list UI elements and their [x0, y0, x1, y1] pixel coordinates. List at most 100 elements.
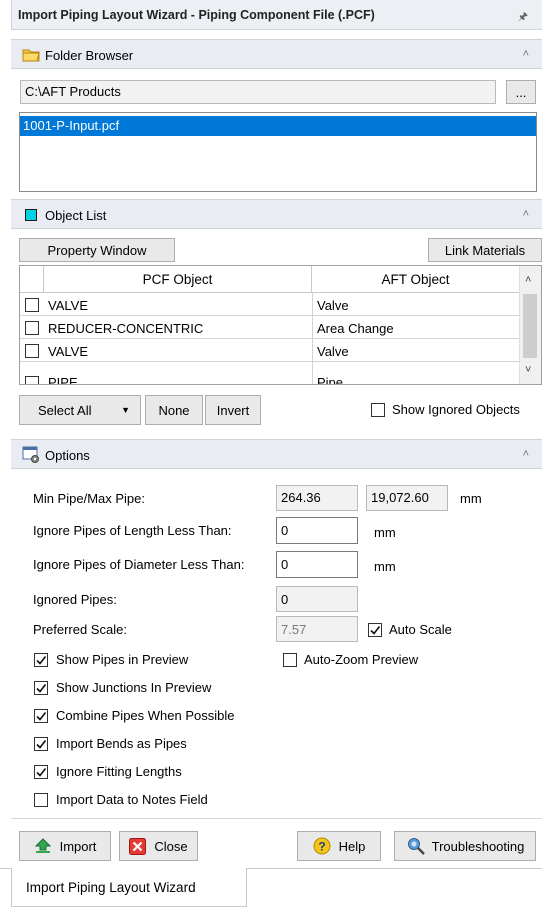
- option-checkbox-row[interactable]: Show Pipes in Preview: [34, 652, 188, 667]
- option-checkbox-row[interactable]: Ignore Fitting Lengths: [34, 764, 182, 779]
- ignore-length-input[interactable]: 0: [276, 517, 358, 544]
- import-bends-checkbox[interactable]: [34, 736, 48, 751]
- row-checkbox[interactable]: [25, 321, 39, 335]
- show-ignored-checkbox[interactable]: [371, 402, 385, 417]
- invert-button[interactable]: Invert: [205, 395, 261, 425]
- option-checkbox-row[interactable]: Import Data to Notes Field: [34, 792, 208, 807]
- import-notes-checkbox[interactable]: [34, 792, 48, 807]
- folder-browser-header[interactable]: Folder Browser ˄: [11, 39, 542, 69]
- row-checkbox[interactable]: [25, 344, 39, 358]
- ignore-diameter-input[interactable]: 0: [276, 551, 358, 578]
- auto-scale-checkbox[interactable]: [368, 622, 382, 637]
- select-all-label: Select All: [38, 402, 92, 418]
- show-pipes-label: Show Pipes in Preview: [56, 652, 189, 667]
- object-list-header[interactable]: Object List ˄: [11, 199, 542, 229]
- row-checkbox[interactable]: [25, 298, 39, 312]
- tab-label: Import Piping Layout Wizard: [26, 879, 196, 895]
- close-icon: [129, 837, 147, 855]
- none-button[interactable]: None: [145, 395, 203, 425]
- folder-icon: [22, 47, 40, 65]
- pcf-object-cell: PIPE: [48, 375, 78, 385]
- property-window-button[interactable]: Property Window: [19, 238, 175, 262]
- help-icon: ?: [313, 837, 331, 855]
- options-header[interactable]: Options ˄: [11, 439, 542, 469]
- checkmark-icon: [36, 655, 47, 665]
- auto-zoom-checkbox[interactable]: [283, 652, 297, 667]
- help-button[interactable]: ? Help: [297, 831, 381, 861]
- show-ignored-label: Show Ignored Objects: [392, 402, 520, 417]
- tab-import-piping-layout-wizard[interactable]: Import Piping Layout Wizard: [11, 868, 247, 907]
- ignore-length-label: Ignore Pipes of Length Less Than:: [33, 523, 232, 538]
- scroll-down-icon[interactable]: ˅: [525, 364, 531, 376]
- row-checkbox[interactable]: [25, 376, 39, 384]
- select-all-button[interactable]: Select All ▼: [19, 395, 141, 425]
- option-checkbox-row[interactable]: Combine Pipes When Possible: [34, 708, 234, 723]
- browse-button[interactable]: ...: [506, 80, 536, 104]
- scroll-thumb[interactable]: [523, 294, 537, 358]
- ignore-fitting-lengths-label: Ignore Fitting Lengths: [56, 764, 182, 779]
- column-header-pcf[interactable]: PCF Object: [44, 266, 312, 293]
- preferred-scale-field: 7.57: [276, 616, 358, 642]
- aft-object-cell: Valve: [317, 344, 349, 359]
- import-button[interactable]: Import: [19, 831, 111, 861]
- folder-path-input[interactable]: C:\AFT Products: [20, 80, 496, 104]
- ignore-diameter-unit: mm: [374, 559, 396, 574]
- pcf-object-cell: VALVE: [48, 344, 88, 359]
- auto-scale-option[interactable]: Auto Scale: [368, 622, 452, 637]
- scroll-up-icon[interactable]: ˄: [525, 274, 531, 286]
- ignore-fitting-lengths-checkbox[interactable]: [34, 764, 48, 779]
- option-checkbox-row[interactable]: Show Junctions In Preview: [34, 680, 211, 695]
- link-materials-button[interactable]: Link Materials: [428, 238, 542, 262]
- max-pipe-field: 19,072.60: [366, 485, 448, 511]
- object-grid[interactable]: PCF Object AFT Object ˄ ˅ VALVE Valve RE…: [19, 265, 542, 385]
- table-row[interactable]: PIPE Pipe: [20, 363, 519, 385]
- show-ignored-objects-option[interactable]: Show Ignored Objects: [371, 402, 520, 417]
- ignored-pipes-label: Ignored Pipes:: [33, 592, 117, 607]
- table-row[interactable]: REDUCER-CONCENTRIC Area Change: [20, 317, 519, 339]
- collapse-icon[interactable]: ˄: [523, 48, 529, 60]
- grid-corner: [20, 266, 44, 293]
- pcf-object-cell: VALVE: [48, 298, 88, 313]
- grid-scrollbar[interactable]: ˄ ˅: [519, 266, 541, 384]
- folder-browser-title: Folder Browser: [45, 48, 134, 63]
- pin-icon[interactable]: 🖈: [518, 8, 528, 27]
- square-icon: [25, 209, 37, 221]
- combine-pipes-checkbox[interactable]: [34, 708, 48, 723]
- troubleshooting-button[interactable]: Troubleshooting: [394, 831, 536, 861]
- object-list-title: Object List: [45, 208, 107, 223]
- footer-divider: [11, 818, 542, 819]
- table-row[interactable]: VALVE Valve: [20, 340, 519, 362]
- window-title: Import Piping Layout Wizard - Piping Com…: [18, 8, 375, 22]
- auto-zoom-label: Auto-Zoom Preview: [304, 652, 419, 667]
- aft-object-cell: Area Change: [317, 321, 394, 336]
- file-list[interactable]: 1001-P-Input.pcf: [19, 112, 537, 192]
- option-checkbox-row[interactable]: Import Bends as Pipes: [34, 736, 187, 751]
- show-pipes-checkbox[interactable]: [34, 652, 48, 667]
- auto-scale-label: Auto Scale: [389, 622, 452, 637]
- checkmark-icon: [36, 767, 47, 777]
- table-row[interactable]: VALVE Valve: [20, 294, 519, 316]
- show-junctions-checkbox[interactable]: [34, 680, 48, 695]
- options-title: Options: [45, 448, 90, 463]
- troubleshooting-label: Troubleshooting: [431, 838, 525, 854]
- dropdown-arrow-icon[interactable]: ▼: [121, 405, 130, 415]
- checkmark-icon: [36, 711, 47, 721]
- checkmark-icon: [36, 683, 47, 693]
- close-button[interactable]: Close: [119, 831, 198, 861]
- show-junctions-label: Show Junctions In Preview: [56, 680, 212, 695]
- aft-object-cell: Valve: [317, 298, 349, 313]
- import-bends-label: Import Bends as Pipes: [56, 736, 187, 751]
- ignored-pipes-field: 0: [276, 586, 358, 612]
- file-list-item[interactable]: 1001-P-Input.pcf: [20, 116, 536, 136]
- options-window-icon: [22, 446, 40, 466]
- min-max-unit: mm: [460, 491, 482, 506]
- pcf-object-cell: REDUCER-CONCENTRIC: [48, 321, 204, 336]
- preferred-scale-label: Preferred Scale:: [33, 622, 127, 637]
- collapse-icon[interactable]: ˄: [523, 448, 529, 460]
- import-arrow-icon: [34, 838, 51, 853]
- collapse-icon[interactable]: ˄: [523, 208, 529, 220]
- svg-text:?: ?: [318, 840, 325, 854]
- auto-zoom-option[interactable]: Auto-Zoom Preview: [283, 652, 418, 667]
- column-header-aft[interactable]: AFT Object: [312, 266, 519, 293]
- ignore-length-unit: mm: [374, 525, 396, 540]
